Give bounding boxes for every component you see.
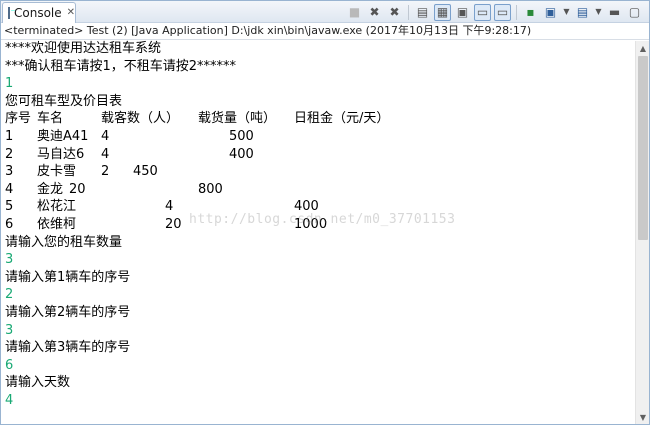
remove-all-icon[interactable]: ✖ xyxy=(386,4,403,21)
cargo-or-price: 450 xyxy=(133,164,158,180)
passenger-capacity: 4 xyxy=(165,199,174,215)
header-cell: 载客数（人） xyxy=(101,111,180,127)
launch-status: <terminated> Test (2) [Java Application]… xyxy=(4,24,532,37)
show-stdout-icon[interactable]: ▣ xyxy=(454,4,471,21)
output-line: 请输入天数 xyxy=(5,375,71,391)
passenger-capacity: 4 xyxy=(101,146,110,162)
header-cell: 载货量（吨） xyxy=(198,111,277,127)
chevron-down-icon[interactable]: ▼ xyxy=(562,4,571,21)
scroll-up-icon[interactable]: ▲ xyxy=(636,41,650,55)
word-wrap-icon[interactable]: ▦ xyxy=(434,3,451,21)
remove-launch-icon[interactable]: ✖ xyxy=(366,4,383,21)
table-row: 2 马自达6 4 400 xyxy=(5,146,633,164)
pin-console-icon[interactable]: ▭ xyxy=(494,3,511,21)
table-row: 1 奥迪A41 4 500 xyxy=(5,128,633,146)
user-input-line: 6 xyxy=(5,357,14,373)
user-input-line: 1 xyxy=(5,76,14,92)
output-line: 您可租车型及价目表 xyxy=(5,93,123,109)
console-toolbar: ■ ✖ ✖ ▤ ▦ ▣ ▭ ▭ ▪ ▣ ▼ ▤ ▼ ▬ ▢ xyxy=(346,3,643,21)
scroll-down-icon[interactable]: ▼ xyxy=(636,410,650,424)
cargo-or-price: 800 xyxy=(198,181,223,197)
show-stderr-icon[interactable]: ▭ xyxy=(474,3,491,21)
chevron-down-icon[interactable]: ▼ xyxy=(594,4,603,21)
watermark: http://blog.csdn.net/m0_37701153 xyxy=(189,212,456,227)
header-cell: 日租金（元/天） xyxy=(294,111,390,127)
passenger-capacity: 20 xyxy=(165,216,182,232)
car-name: 奥迪A41 xyxy=(37,128,89,144)
tab-label: Console xyxy=(14,6,62,20)
row-number: 2 xyxy=(5,146,14,162)
output-line: 请输入第2辆车的序号 xyxy=(5,304,131,320)
table-row: 3 皮卡雪 2 450 xyxy=(5,163,633,181)
open-console-icon[interactable]: ▣ xyxy=(542,4,559,21)
passenger-capacity: 2 xyxy=(101,164,110,180)
new-console-icon[interactable]: ▤ xyxy=(574,4,591,21)
minimize-icon[interactable]: ▬ xyxy=(606,4,623,21)
scrollbar-thumb[interactable] xyxy=(638,56,648,240)
passenger-capacity: 4 xyxy=(101,128,110,144)
passenger-capacity: 20 xyxy=(69,181,86,197)
output-line: 请输入第1辆车的序号 xyxy=(5,269,131,285)
close-icon[interactable]: ✕ xyxy=(67,8,75,18)
scroll-lock-icon[interactable]: ▤ xyxy=(414,4,431,21)
view-tab-bar: Console ✕ ■ ✖ ✖ ▤ ▦ ▣ ▭ ▭ ▪ ▣ ▼ ▤ ▼ ▬ ▢ xyxy=(1,1,649,23)
table-row: 4 金龙 20 800 xyxy=(5,181,633,199)
table-header: 序号 车名 载客数（人） 载货量（吨） 日租金（元/天） xyxy=(5,110,633,128)
car-name: 依维柯 xyxy=(37,216,77,232)
output-line: ***确认租车请按1，不租车请按2****** xyxy=(5,58,237,74)
display-console-icon[interactable]: ▪ xyxy=(522,4,539,21)
console-view: Console ✕ ■ ✖ ✖ ▤ ▦ ▣ ▭ ▭ ▪ ▣ ▼ ▤ ▼ ▬ ▢ … xyxy=(0,0,650,425)
toolbar-separator xyxy=(516,4,517,20)
toolbar-separator xyxy=(408,4,409,20)
user-input-line: 3 xyxy=(5,322,14,338)
vertical-scrollbar[interactable]: ▲ ▼ xyxy=(635,41,649,424)
row-number: 4 xyxy=(5,181,14,197)
row-number: 6 xyxy=(5,216,14,232)
stop-icon[interactable]: ■ xyxy=(346,4,363,21)
console-output[interactable]: ****欢迎使用达达租车系统 ***确认租车请按1，不租车请按2****** 1… xyxy=(5,40,633,424)
cargo-or-price: 500 xyxy=(229,128,254,144)
car-name: 皮卡雪 xyxy=(37,164,77,180)
output-line: 请输入您的租车数量 xyxy=(5,234,123,250)
user-input-line: 2 xyxy=(5,287,14,303)
user-input-line: 4 xyxy=(5,392,14,408)
maximize-icon[interactable]: ▢ xyxy=(626,4,643,21)
car-name: 马自达6 xyxy=(37,146,85,162)
output-line: ****欢迎使用达达租车系统 xyxy=(5,41,162,56)
cargo-or-price: 400 xyxy=(229,146,254,162)
row-number: 3 xyxy=(5,164,14,180)
row-number: 5 xyxy=(5,199,14,215)
console-icon xyxy=(8,7,15,19)
tab-console[interactable]: Console ✕ xyxy=(2,2,76,23)
header-cell: 车名 xyxy=(37,111,64,127)
user-input-line: 3 xyxy=(5,252,14,268)
car-name: 金龙 xyxy=(37,181,64,197)
header-cell: 序号 xyxy=(5,111,32,127)
output-line: 请输入第3辆车的序号 xyxy=(5,340,131,356)
row-number: 1 xyxy=(5,128,14,144)
car-name: 松花江 xyxy=(37,199,77,215)
